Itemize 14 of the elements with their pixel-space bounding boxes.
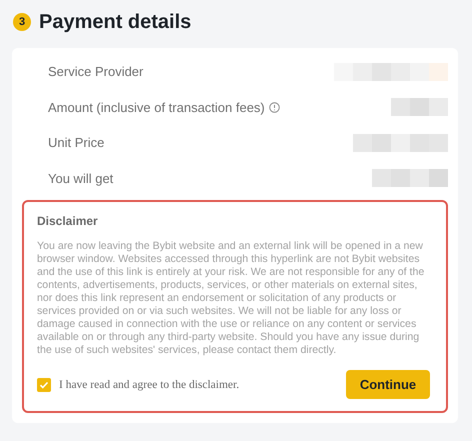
check-icon: [39, 380, 49, 390]
redacted-value: [391, 98, 448, 116]
disclaimer-title: Disclaimer: [37, 214, 99, 228]
detail-label: Service Provider: [48, 64, 144, 80]
agree-label: I have read and agree to the disclaimer.: [59, 378, 240, 390]
agree-checkbox[interactable]: [37, 378, 51, 392]
step-number: 3: [13, 13, 31, 31]
section-title: Payment details: [39, 10, 192, 34]
disclaimer-text: You are now leaving the Bybit website and an external link will be opened in a new browser window. Websites accessed through this hyperlink are not Bybit websites and the use of this link is entirely at your risk. We are not responsible for any of the contents, advertisements, products, services, or other materials on external sites, nor does this link represent an endorsement or solicitation of any products or services provided on or via such websites. We will not be liable for any loss or damage caused in connection with the use or reliance on any content or services available on or through any third-party website. Should you have any issue during the use of such websites' services, please contact them directly.: [37, 240, 426, 357]
detail-label: You will get: [48, 170, 114, 186]
detail-label: Unit Price: [48, 135, 104, 150]
info-icon[interactable]: [268, 102, 280, 113]
continue-button[interactable]: Continue: [346, 370, 430, 399]
detail-label: Amount (inclusive of transaction fees): [48, 100, 265, 115]
